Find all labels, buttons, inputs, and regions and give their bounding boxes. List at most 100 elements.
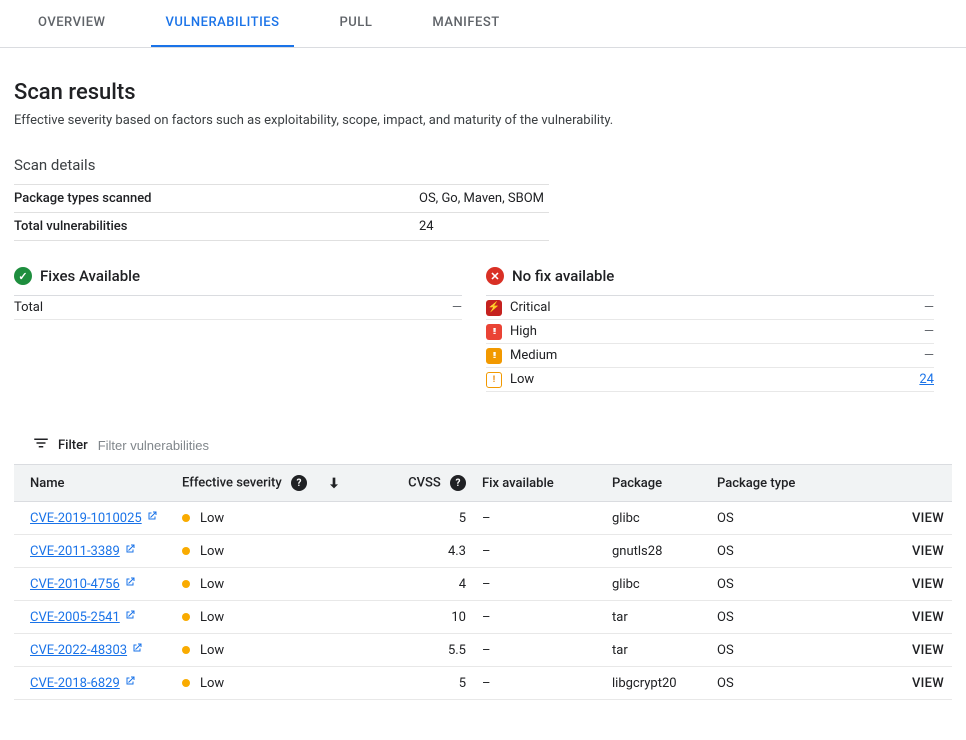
severity-dot-icon xyxy=(182,613,190,621)
fix-available: – xyxy=(474,502,604,535)
view-button[interactable]: VIEW xyxy=(912,511,944,526)
cve-link[interactable]: CVE-2011-3389 xyxy=(30,543,136,559)
check-circle-icon xyxy=(14,267,32,285)
package-types-label: Package types scanned xyxy=(14,185,419,213)
table-row: CVE-2019-1010025 Low 5–glibcOS VIEW xyxy=(14,502,952,535)
medium-count: — xyxy=(924,348,934,363)
view-button[interactable]: VIEW xyxy=(912,676,944,691)
view-button[interactable]: VIEW xyxy=(912,610,944,625)
severity-dot-icon xyxy=(182,580,190,588)
severity-critical-icon xyxy=(486,300,502,316)
help-icon[interactable] xyxy=(291,475,307,491)
package-name: gnutls28 xyxy=(604,535,709,568)
help-icon[interactable] xyxy=(450,475,466,491)
col-package-type[interactable]: Package type xyxy=(709,465,829,502)
tab-vulnerabilities[interactable]: VULNERABILITIES xyxy=(151,0,293,47)
open-in-new-icon xyxy=(124,543,136,559)
tab-bar: OVERVIEW VULNERABILITIES PULL MANIFEST xyxy=(0,0,966,48)
cve-link[interactable]: CVE-2005-2541 xyxy=(30,609,136,625)
sort-desc-icon[interactable] xyxy=(326,475,342,491)
total-vulns-value: 24 xyxy=(419,213,549,241)
open-in-new-icon xyxy=(146,510,158,526)
severity-text: Low xyxy=(200,643,224,658)
cvss-score: 5 xyxy=(374,502,474,535)
tab-overview[interactable]: OVERVIEW xyxy=(24,0,119,47)
package-type: OS xyxy=(709,502,829,535)
tab-pull[interactable]: PULL xyxy=(326,0,387,47)
view-button[interactable]: VIEW xyxy=(912,643,944,658)
cve-link[interactable]: CVE-2018-6829 xyxy=(30,675,136,691)
cve-link[interactable]: CVE-2010-4756 xyxy=(30,576,136,592)
tab-manifest[interactable]: MANIFEST xyxy=(418,0,513,47)
table-row: CVE-2022-48303Low5.5–tarOSVIEW xyxy=(14,634,952,667)
page-title: Scan results xyxy=(14,80,952,105)
package-name: tar xyxy=(604,601,709,634)
filter-input[interactable] xyxy=(96,437,948,454)
total-vulns-label: Total vulnerabilities xyxy=(14,213,419,241)
package-name: libgcrypt20 xyxy=(604,667,709,700)
critical-count: — xyxy=(924,300,934,315)
cross-circle-icon xyxy=(486,267,504,285)
severity-text: Low xyxy=(200,577,224,592)
high-label: High xyxy=(510,324,537,339)
vulnerabilities-table: Name Effective severity CVSS Fix availab… xyxy=(14,465,952,700)
page-subtitle: Effective severity based on factors such… xyxy=(14,113,952,128)
severity-text: Low xyxy=(200,676,224,691)
fixes-available-heading: Fixes Available xyxy=(40,267,140,285)
table-row: CVE-2011-3389Low4.3–gnutls28OSVIEW xyxy=(14,535,952,568)
severity-text: Low xyxy=(200,511,224,526)
no-fix-heading: No fix available xyxy=(512,267,614,285)
table-row: CVE-2010-4756Low4–glibcOSVIEW xyxy=(14,568,952,601)
cvss-score: 5 xyxy=(374,667,474,700)
package-type: OS xyxy=(709,634,829,667)
medium-label: Medium xyxy=(510,348,557,363)
open-in-new-icon xyxy=(124,609,136,625)
col-name[interactable]: Name xyxy=(14,465,174,502)
fix-available: – xyxy=(474,634,604,667)
severity-medium-icon xyxy=(486,348,502,364)
cvss-score: 4.3 xyxy=(374,535,474,568)
open-in-new-icon xyxy=(131,642,143,658)
scan-details-table: Package types scanned OS, Go, Maven, SBO… xyxy=(14,184,549,241)
table-row: CVE-2018-6829Low5–libgcrypt20OSVIEW xyxy=(14,667,952,700)
severity-dot-icon xyxy=(182,514,190,522)
no-fix-panel: No fix available Critical — High — Mediu… xyxy=(486,267,934,392)
col-package[interactable]: Package xyxy=(604,465,709,502)
fix-available: – xyxy=(474,535,604,568)
package-types-value: OS, Go, Maven, SBOM xyxy=(419,185,549,213)
severity-text: Low xyxy=(200,610,224,625)
open-in-new-icon xyxy=(124,675,136,691)
filter-bar: Filter xyxy=(14,426,952,465)
severity-low-icon xyxy=(486,372,502,388)
filter-list-icon xyxy=(32,434,50,456)
view-button[interactable]: VIEW xyxy=(912,577,944,592)
severity-high-icon xyxy=(486,324,502,340)
fixes-available-panel: Fixes Available Total — xyxy=(14,267,462,320)
cve-link[interactable]: CVE-2022-48303 xyxy=(30,642,143,658)
view-button[interactable]: VIEW xyxy=(912,544,944,559)
col-effective-severity[interactable]: Effective severity xyxy=(174,465,374,502)
package-type: OS xyxy=(709,667,829,700)
critical-label: Critical xyxy=(510,300,550,315)
col-actions xyxy=(829,465,952,502)
cve-link[interactable]: CVE-2019-1010025 xyxy=(30,510,158,526)
package-type: OS xyxy=(709,568,829,601)
low-count-link[interactable]: 24 xyxy=(919,372,934,387)
open-in-new-icon xyxy=(124,576,136,592)
package-name: glibc xyxy=(604,502,709,535)
col-fix-available[interactable]: Fix available xyxy=(474,465,604,502)
filter-label: Filter xyxy=(58,438,88,453)
severity-dot-icon xyxy=(182,679,190,687)
fix-available: – xyxy=(474,568,604,601)
table-row: CVE-2005-2541Low10–tarOSVIEW xyxy=(14,601,952,634)
severity-dot-icon xyxy=(182,646,190,654)
high-count: — xyxy=(924,324,934,339)
fix-available: – xyxy=(474,601,604,634)
cvss-score: 4 xyxy=(374,568,474,601)
severity-dot-icon xyxy=(182,547,190,555)
col-cvss-label: CVSS xyxy=(408,475,441,490)
col-sev-label: Effective severity xyxy=(182,475,282,490)
col-cvss[interactable]: CVSS xyxy=(374,465,474,502)
low-label: Low xyxy=(510,372,534,387)
cvss-score: 10 xyxy=(374,601,474,634)
